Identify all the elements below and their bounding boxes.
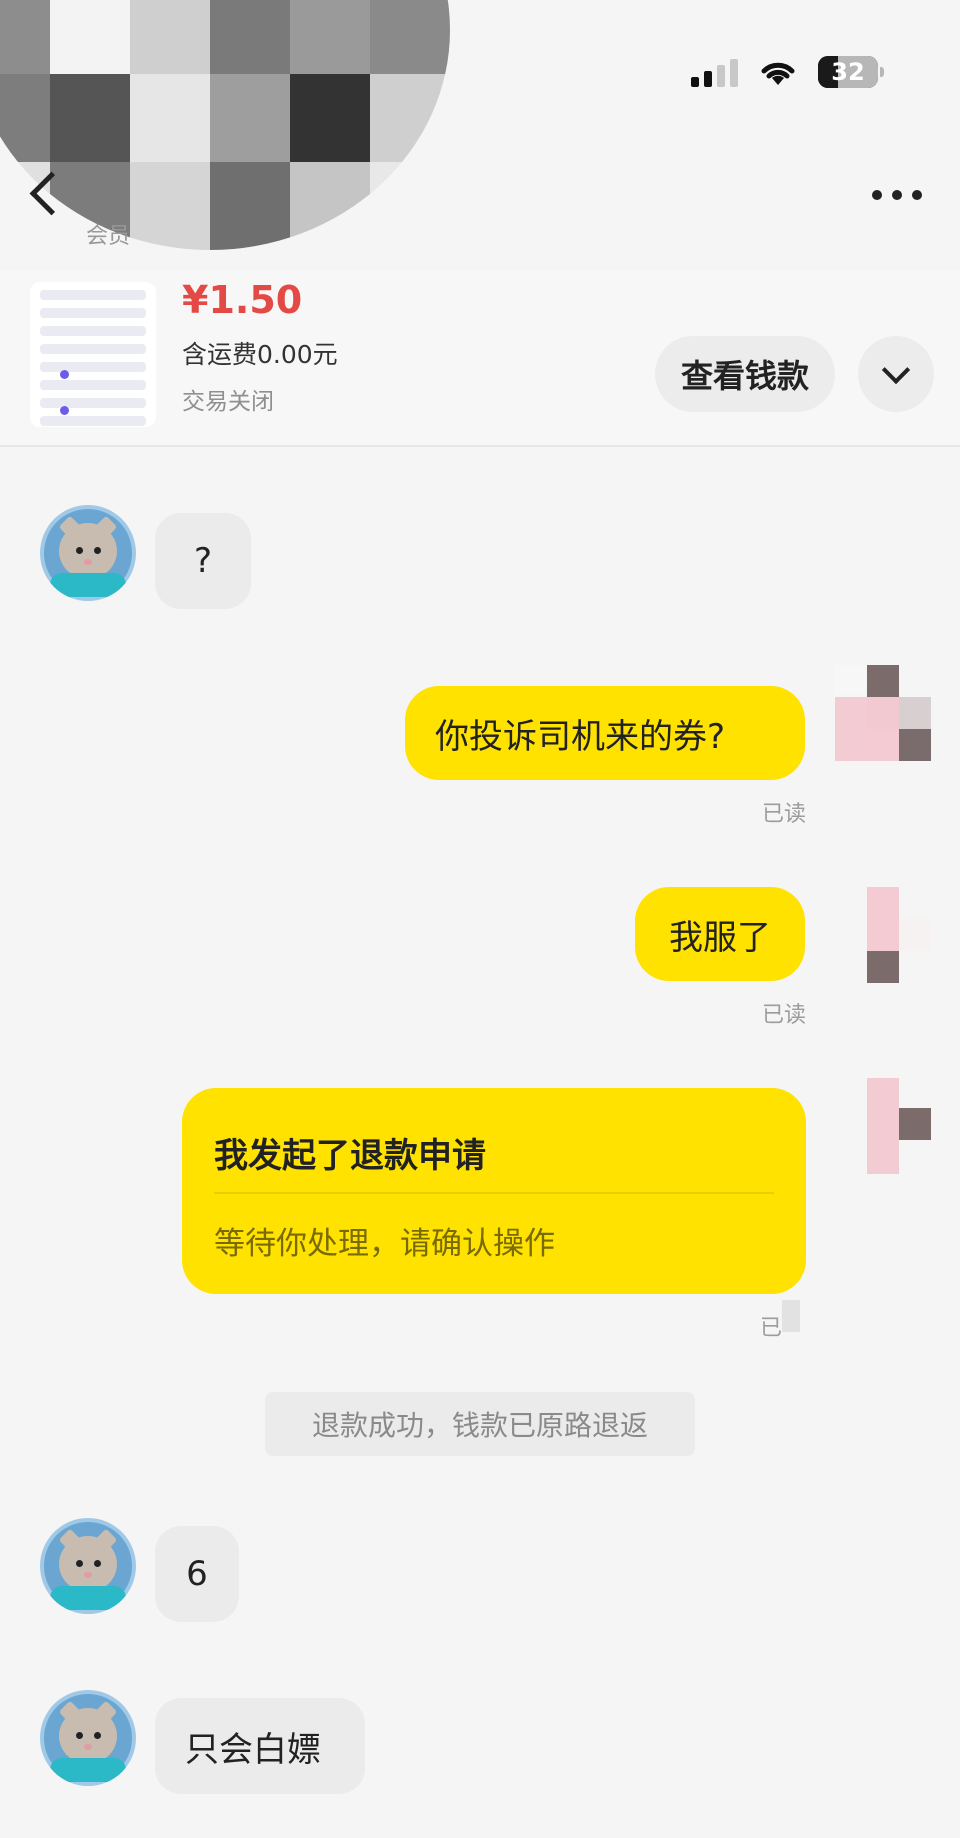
battery-level: 32 xyxy=(831,58,865,86)
own-avatar-mosaic xyxy=(835,1078,931,1174)
wifi-icon xyxy=(761,62,795,85)
message-bubble-in[interactable]: 6 xyxy=(155,1526,239,1622)
more-options-icon[interactable] xyxy=(872,190,922,200)
message-bubble-in[interactable]: ? xyxy=(155,513,251,609)
refund-request-card[interactable]: 我发起了退款申请 等待你处理，请确认操作 xyxy=(182,1088,806,1294)
product-price: ¥1.50 xyxy=(182,278,303,322)
own-avatar-mosaic xyxy=(835,665,931,761)
deal-status: 交易关闭 xyxy=(182,389,274,415)
divider xyxy=(214,1192,774,1194)
header-subtitle: 会员 xyxy=(86,224,131,249)
view-funds-button[interactable]: 查看钱款 xyxy=(655,336,835,412)
read-receipt-partial: 已 xyxy=(759,1316,782,1341)
read-receipt: 已读 xyxy=(761,802,806,827)
profile-avatar-mosaic xyxy=(0,0,450,250)
product-thumbnail[interactable] xyxy=(30,282,156,427)
message-bubble-in[interactable]: 只会白嫖 xyxy=(155,1698,365,1794)
contact-avatar[interactable] xyxy=(40,505,136,601)
own-avatar-mosaic xyxy=(835,887,931,983)
battery-icon: 32 xyxy=(818,56,884,88)
system-note: 退款成功，钱款已原路退返 xyxy=(265,1392,695,1456)
shipping-fee: 含运费0.00元 xyxy=(182,340,338,369)
read-receipt: 已读 xyxy=(761,1003,806,1028)
contact-avatar[interactable] xyxy=(40,1690,136,1786)
refund-card-subtitle: 等待你处理，请确认操作 xyxy=(214,1226,555,1262)
status-bar: 32 xyxy=(691,52,884,92)
message-bubble-out[interactable]: 我服了 xyxy=(635,887,805,981)
product-card[interactable]: ¥1.50 含运费0.00元 交易关闭 查看钱款 xyxy=(0,270,960,447)
blurred-patch xyxy=(782,1300,800,1332)
cellular-signal-icon xyxy=(691,57,738,87)
contact-avatar[interactable] xyxy=(40,1518,136,1614)
message-bubble-out[interactable]: 你投诉司机来的券? xyxy=(405,686,805,780)
chevron-down-icon[interactable] xyxy=(858,336,934,412)
refund-card-title: 我发起了退款申请 xyxy=(214,1136,486,1176)
